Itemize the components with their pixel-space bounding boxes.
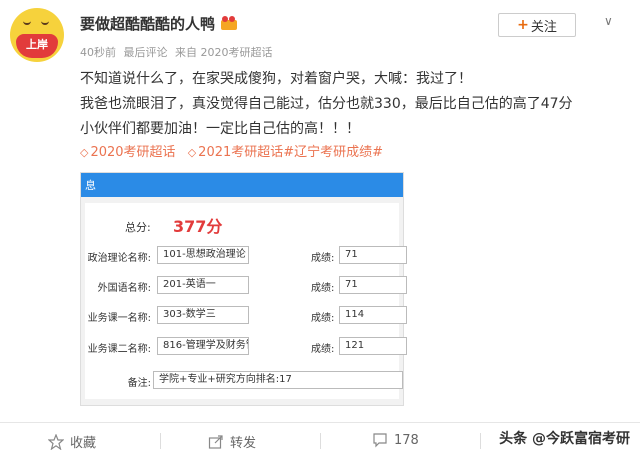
vip-icon [221,16,237,30]
score-label: 成绩: [311,283,335,294]
comment-button[interactable]: 178 [372,432,419,448]
post-meta: 40秒前 最后评论 来自 2020考研超话 [80,44,277,60]
watermark: 头条 @今跃富宿考研 [499,431,630,447]
score-value: 71 [339,246,407,264]
total-label: 总分: [125,221,151,234]
note-label: 备注: [127,378,151,389]
score-value: 121 [339,337,407,355]
total-score: 377分 [173,217,223,236]
plus-icon: + [517,17,529,33]
divider [320,433,321,449]
right-eye [41,20,49,25]
chevron-down-icon[interactable]: ∨ [604,14,613,28]
avatar[interactable]: 上岸 [10,8,64,62]
row-label: 业务课一名称: [87,313,151,324]
row-label: 外国语名称: [97,283,151,294]
row-value: 101-思想政治理论 [157,246,249,264]
score-label: 成绩: [311,344,335,355]
row-value: 816-管理学及财务管理 [157,337,249,355]
row-value: 303-数学三 [157,306,249,324]
post-line: 小伙伴们都要加油！一定比自己估的高！！！ [80,121,360,137]
share-label: 转发 [230,436,257,451]
username[interactable]: 要做超酷酷酷的人鸭 [80,13,215,34]
left-eye [23,20,31,25]
post-line: 不知道说什么了，在家哭成傻狗，对着窗户哭，大喊：我过了！ [80,71,472,87]
score-panel: 总分: 377分 政治理论名称: 101-思想政治理论 成绩: 71 外国语名称… [85,203,407,399]
post-time: 40秒前 [80,46,116,59]
star-icon [48,433,64,450]
divider [160,433,161,449]
post-source[interactable]: 来自 2020考研超话 [175,46,273,59]
topic-tag[interactable]: ◇ 2020考研超话 [80,145,180,160]
score-label: 成绩: [311,253,335,264]
score-value: 114 [339,306,407,324]
follow-button[interactable]: + 关注 [498,13,576,37]
diamond-icon: ◇ [187,146,197,159]
collect-label: 收藏 [70,436,97,451]
row-label: 业务课二名称: [87,344,151,355]
share-icon [208,434,223,449]
row-value: 201-英语一 [157,276,249,294]
topic-tags: ◇ 2020考研超话 ◇ 2021考研超话#辽宁考研成绩# [80,141,391,160]
score-value: 71 [339,276,407,294]
row-label: 政治理论名称: [87,253,151,264]
divider [480,433,481,449]
comment-count: 178 [394,432,419,448]
score-label: 成绩: [311,313,335,324]
share-button[interactable]: 转发 [208,432,256,451]
card-header-bar: 息 [81,173,403,197]
avatar-face [19,14,55,36]
topic-tag[interactable]: ◇ 2021考研超话#辽宁考研成绩# [188,145,383,160]
last-comment: 最后评论 [123,46,168,59]
avatar-badge: 上岸 [16,34,58,58]
score-screenshot[interactable]: 息 总分: 377分 政治理论名称: 101-思想政治理论 成绩: 71 外国语… [80,172,407,406]
diamond-icon: ◇ [80,146,89,159]
note-value: 学院+专业+研究方向排名:17 [153,371,403,389]
follow-label: 关注 [530,19,557,35]
post-line: 我爸也流眼泪了，真没觉得自己能过，估分也就330，最后比自己估的高了47分 [80,96,573,112]
collect-button[interactable]: 收藏 [48,432,96,451]
card-header-text: 息 [85,179,96,192]
comment-icon [373,433,387,448]
